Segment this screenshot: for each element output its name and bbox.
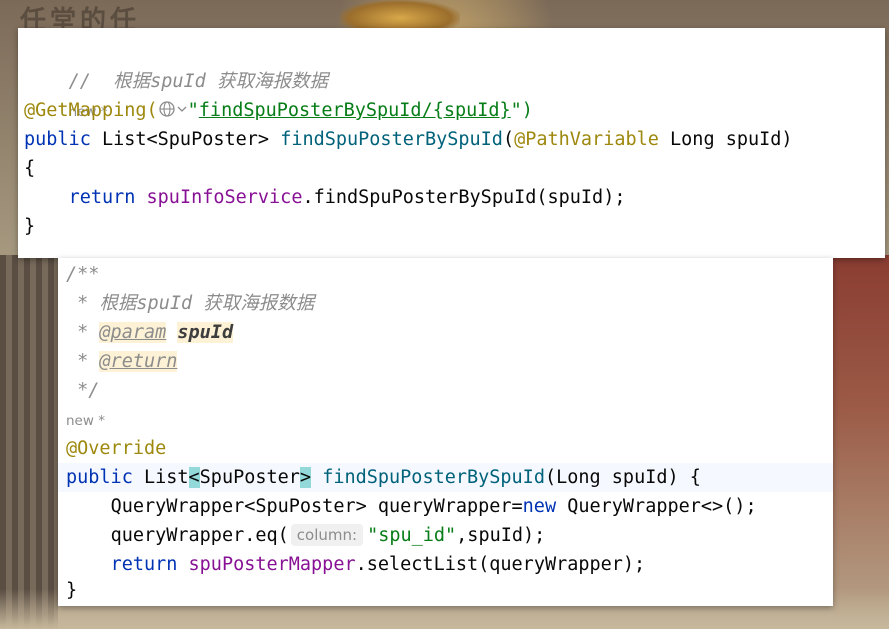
public-keyword: public [24, 129, 91, 150]
return-type-list: List [132, 467, 189, 488]
code-line-doc-close: */ [58, 376, 833, 405]
new-keyword: new [522, 496, 557, 517]
doc-star: * [66, 322, 100, 343]
code-line-doc-param: * @param spuId [58, 318, 833, 347]
return-call: .findSpuPosterBySpuId(spuId); [302, 187, 626, 208]
method-name[interactable]: findSpuPosterBySpuId [280, 129, 503, 150]
doc-description: * 根据spuId 获取海报数据 [66, 293, 315, 314]
return-type: List<SpuPoster> [90, 129, 281, 150]
public-keyword: public [66, 467, 133, 488]
wrapper-constructor: QueryWrapper<>(); [556, 496, 757, 517]
paren-open: ( [502, 129, 515, 150]
code-line-doc-desc: * 根据spuId 获取海报数据 [58, 289, 833, 318]
eq-call: queryWrapper.eq( [110, 525, 289, 546]
column-string: "spu_id" [367, 525, 457, 546]
code-line-open-brace: { [18, 154, 885, 183]
column-inlay-hint: column: [290, 524, 364, 546]
generic-open-bracket: < [188, 467, 200, 488]
code-line-doc-return: * @return [58, 347, 833, 376]
eq-rest: ,spuId); [456, 525, 546, 546]
open-brace: { [24, 158, 36, 179]
service-field[interactable]: spuInfoService [147, 187, 303, 208]
controller-code-snippet: // 根据spuId 获取海报数据 new * @GetMapping("fin… [18, 28, 885, 258]
getmapping-annotation: @GetMapping( [24, 100, 158, 121]
doc-param-name: spuId [177, 322, 234, 343]
method-params: (Long spuId) { [544, 467, 701, 488]
code-line-signature: public List<SpuPoster> findSpuPosterBySp… [58, 463, 833, 492]
background-building-left [0, 255, 58, 629]
close-brace: } [24, 216, 36, 237]
generic-type: SpuPoster [199, 467, 300, 488]
code-line-hint: new * [58, 405, 833, 434]
close-brace: } [66, 580, 78, 601]
code-line-comment: // 根据spuId 获取海报数据 [18, 38, 885, 92]
code-line-return: return spuInfoService.findSpuPosterBySpu… [18, 183, 885, 212]
code-line-close-brace: } [18, 212, 885, 241]
service-impl-code-snippet: /** * 根据spuId 获取海报数据 * @param spuId * @r… [58, 258, 833, 606]
doc-param-tag: @param [99, 322, 167, 343]
override-annotation: @Override [66, 438, 167, 459]
doc-return-tag: @return [99, 351, 178, 372]
code-line-return: return spuPosterMapper.selectList(queryW… [58, 550, 833, 579]
globe-icon[interactable] [158, 99, 188, 119]
background-banner-text: 任堂的任 [20, 6, 141, 36]
mapping-path-close: ") [510, 100, 533, 121]
author-hint[interactable]: new * [66, 413, 105, 429]
generic-close-bracket: > [299, 467, 312, 488]
code-line-hint: new * [18, 67, 885, 120]
code-line-eq: queryWrapper.eq(column: "spu_id",spuId); [58, 521, 833, 550]
code-line-override: @Override [58, 434, 833, 463]
return-keyword: return [68, 187, 136, 208]
background-building-right [833, 255, 889, 629]
pathvariable-annotation: @PathVariable [514, 129, 659, 150]
background-statue [340, 0, 460, 30]
code-line-close-brace: } [58, 576, 833, 605]
mapping-path-link[interactable]: findSpuPosterBySpuId/{spuId} [199, 100, 511, 121]
method-name[interactable]: findSpuPosterBySpuId [322, 467, 545, 488]
method-params: Long spuId) [658, 129, 793, 150]
code-line-mapping: @GetMapping( "findSpuPosterBySpuId/{spuId… [18, 96, 885, 125]
doc-open: /** [66, 264, 100, 285]
doc-close: */ [66, 380, 100, 401]
code-line-signature: public List<SpuPoster> findSpuPosterBySp… [18, 125, 885, 154]
select-call: .selectList(queryWrapper); [355, 554, 646, 575]
return-keyword: return [110, 554, 178, 575]
mapping-path-open: " [187, 100, 199, 121]
wrapper-declaration: QueryWrapper<SpuPoster> queryWrapper= [110, 496, 523, 517]
code-line-wrapper: QueryWrapper<SpuPoster> queryWrapper=new… [58, 492, 833, 521]
code-line-doc-open: /** [58, 260, 833, 289]
doc-star: * [66, 351, 100, 372]
mapper-field[interactable]: spuPosterMapper [189, 554, 356, 575]
